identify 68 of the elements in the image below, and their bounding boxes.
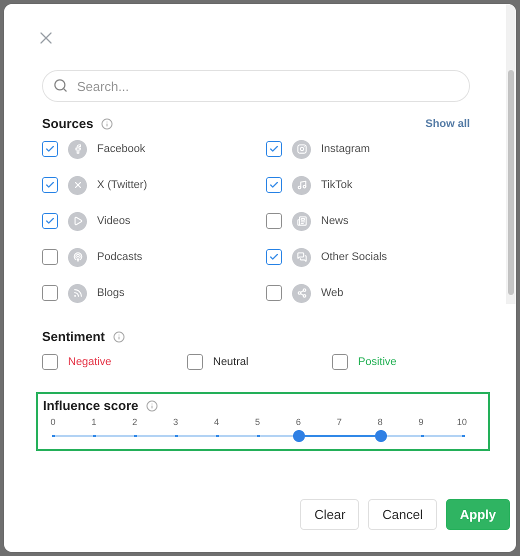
chat-bubbles-icon	[292, 248, 311, 266]
tick-label: 0	[49, 417, 56, 427]
show-all-link[interactable]: Show all	[425, 118, 470, 130]
check-icon	[269, 180, 279, 190]
checkbox[interactable]	[42, 249, 58, 265]
tick-label: 5	[254, 417, 261, 427]
section-title: Sentiment	[42, 329, 105, 344]
check-icon	[269, 252, 279, 262]
sentiment-label: Positive	[358, 356, 397, 368]
source-label: Blogs	[97, 287, 125, 299]
tick-label: 4	[213, 417, 220, 427]
tick-label: 2	[131, 417, 138, 427]
podcast-icon	[68, 248, 87, 266]
sentiment-label: Negative	[68, 356, 112, 368]
tick-label: 3	[172, 417, 180, 427]
info-icon	[146, 400, 158, 412]
checkbox[interactable]	[266, 213, 282, 229]
tick-label: 8	[376, 417, 384, 427]
section-title: Influence score	[43, 398, 138, 413]
tick-label: 6	[294, 417, 302, 427]
tick-label: 1	[90, 417, 98, 427]
check-icon	[269, 144, 279, 154]
x-icon	[68, 176, 87, 194]
check-icon	[45, 144, 55, 154]
source-label: News	[321, 215, 349, 227]
instagram-icon	[292, 140, 311, 158]
sentiment-label: Neutral	[213, 356, 248, 368]
check-icon	[45, 180, 55, 190]
secondary-button[interactable]: Clear	[300, 499, 360, 530]
tick-label: 10	[456, 417, 468, 427]
secondary-button[interactable]: Cancel	[368, 499, 437, 530]
section-title: Sources	[42, 116, 94, 131]
source-label: Videos	[97, 215, 130, 227]
info-icon	[112, 330, 125, 342]
source-label: Instagram	[321, 143, 370, 155]
music-note-icon	[292, 176, 311, 194]
checkbox[interactable]	[42, 285, 58, 301]
rss-icon	[68, 284, 87, 302]
checkbox[interactable]	[42, 141, 58, 157]
share-icon	[292, 284, 311, 302]
source-label: TikTok	[321, 179, 352, 191]
check-icon	[45, 216, 55, 226]
search-field[interactable]: Search...	[42, 70, 470, 102]
search-icon	[53, 78, 68, 93]
slider-handle[interactable]	[375, 430, 387, 442]
tick-label: 7	[336, 417, 343, 427]
source-label: X (Twitter)	[97, 179, 148, 191]
checkbox[interactable]	[266, 177, 282, 193]
play-icon	[68, 212, 87, 230]
checkbox[interactable]	[42, 213, 58, 229]
checkbox[interactable]	[187, 354, 203, 370]
checkbox[interactable]	[266, 285, 282, 301]
checkbox[interactable]	[42, 177, 58, 193]
slider-handle[interactable]	[293, 430, 305, 442]
checkbox[interactable]	[42, 354, 58, 370]
tick-label: 9	[418, 417, 425, 427]
checkbox[interactable]	[266, 249, 282, 265]
checkbox[interactable]	[266, 141, 282, 157]
facebook-icon	[68, 140, 87, 158]
source-label: Other Socials	[321, 251, 388, 263]
slider-track[interactable]	[53, 429, 463, 443]
checkbox[interactable]	[332, 354, 348, 370]
info-icon	[101, 118, 114, 130]
source-label: Podcasts	[97, 251, 142, 263]
source-label: Web	[321, 287, 344, 299]
source-label: Facebook	[97, 143, 146, 155]
newspaper-icon	[292, 212, 311, 230]
scrollbar-thumb[interactable]	[508, 70, 514, 295]
